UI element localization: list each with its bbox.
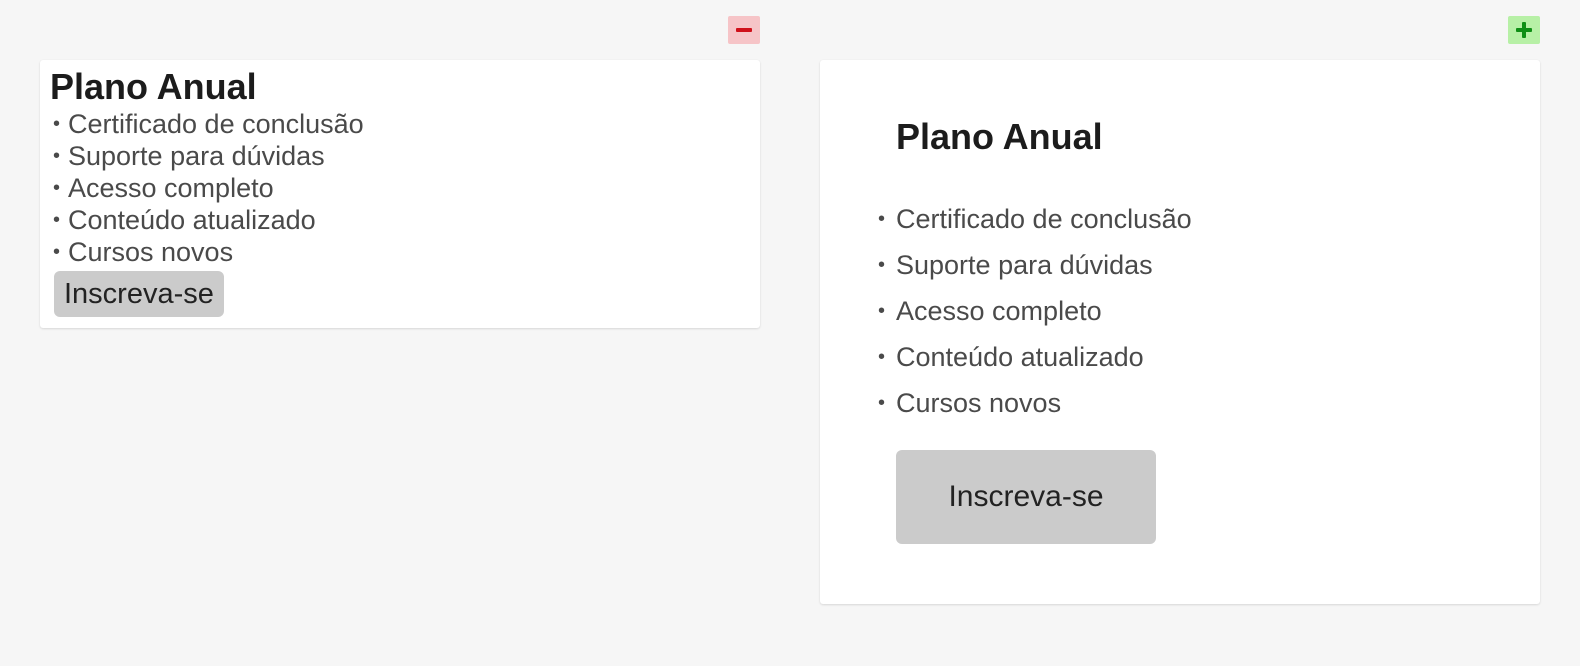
plus-icon (1516, 22, 1532, 38)
feature-label: Certificado de conclusão (68, 109, 364, 139)
bullet-icon: • (53, 177, 61, 199)
feature-label: Acesso completo (896, 296, 1102, 326)
list-item: • Certificado de conclusão (878, 196, 1192, 242)
feature-label: Suporte para dúvidas (68, 141, 325, 171)
feature-label: Certificado de conclusão (896, 204, 1192, 234)
bullet-icon: • (878, 346, 886, 368)
list-item: • Conteúdo atualizado (878, 334, 1192, 380)
feature-list: • Certificado de conclusão • Suporte para … (878, 196, 1192, 426)
list-item: • Acesso completo (50, 172, 750, 204)
expand-toggle-button[interactable] (1508, 16, 1540, 44)
feature-label: Cursos novos (896, 388, 1062, 418)
subscribe-button[interactable]: Inscreva-se (896, 450, 1156, 544)
bullet-icon: • (878, 208, 886, 230)
list-item: • Acesso completo (878, 288, 1192, 334)
bullet-icon: • (878, 254, 886, 276)
list-item: • Suporte para dúvidas (50, 140, 750, 172)
feature-label: Acesso completo (68, 173, 274, 203)
plan-card-expanded: Plano Anual • Certificado de conclusão • S… (820, 60, 1540, 604)
feature-label: Conteúdo atualizado (896, 342, 1144, 372)
list-item: • Suporte para dúvidas (878, 242, 1192, 288)
bullet-icon: • (53, 145, 61, 167)
list-item: • Cursos novos (50, 236, 750, 268)
collapse-toggle-button[interactable] (728, 16, 760, 44)
feature-label: Conteúdo atualizado (68, 205, 316, 235)
plan-card-compact: Plano Anual • Certificado de conclusão • S… (40, 60, 760, 328)
bullet-icon: • (878, 392, 886, 414)
list-item: • Cursos novos (878, 380, 1192, 426)
list-item: • Conteúdo atualizado (50, 204, 750, 236)
feature-label: Suporte para dúvidas (896, 250, 1153, 280)
bullet-icon: • (53, 241, 61, 263)
plan-title: Plano Anual (50, 66, 257, 107)
list-item: • Certificado de conclusão (50, 108, 750, 140)
feature-list: • Certificado de conclusão • Suporte para … (50, 108, 750, 268)
feature-label: Cursos novos (68, 237, 234, 267)
bullet-icon: • (53, 209, 61, 231)
bullet-icon: • (878, 300, 886, 322)
subscribe-button[interactable]: Inscreva-se (54, 271, 224, 317)
bullet-icon: • (53, 113, 61, 135)
minus-icon (736, 28, 752, 32)
plan-title: Plano Anual (896, 116, 1103, 157)
